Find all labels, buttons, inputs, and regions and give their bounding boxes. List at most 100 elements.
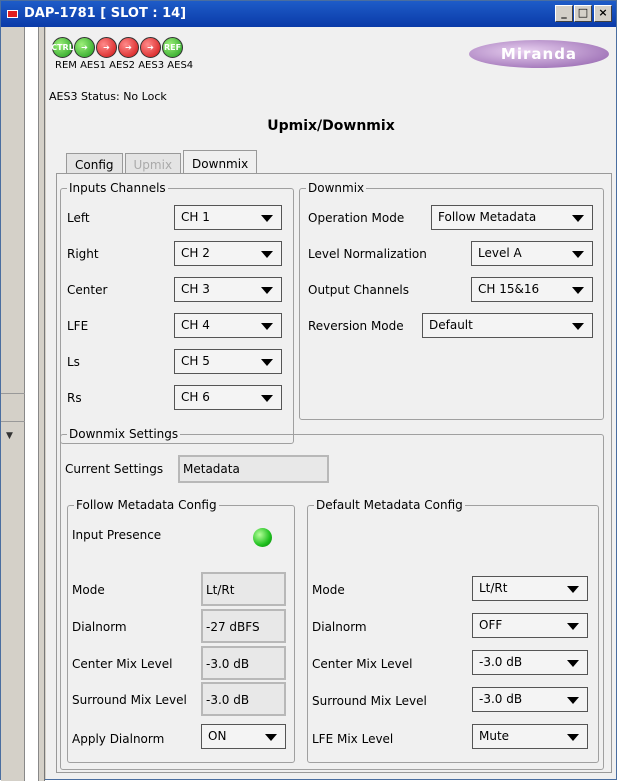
inputs-channels-group: Inputs Channels Left CH 1 Right CH 2 Cen… xyxy=(60,181,294,444)
dropdown-arrow-icon xyxy=(567,697,579,704)
strip-divider xyxy=(1,393,25,394)
lfe-mix-level-label: LFE Mix Level xyxy=(312,732,394,746)
default-surround-mix-value: -3.0 dB xyxy=(479,692,523,706)
follow-mode-value: Lt/Rt xyxy=(201,572,286,606)
reversion-mode-value: Default xyxy=(429,318,473,332)
default-center-mix-value: -3.0 dB xyxy=(479,655,523,669)
operation-mode-select[interactable]: Follow Metadata xyxy=(431,205,593,230)
downmix-title: Downmix xyxy=(306,181,367,195)
level-normalization-select[interactable]: Level A xyxy=(471,241,593,266)
right-channel-select[interactable]: CH 2 xyxy=(174,241,282,266)
lfe-mix-level-value: Mute xyxy=(479,729,510,743)
center-channel-value: CH 3 xyxy=(181,282,210,296)
dropdown-arrow-icon xyxy=(261,323,273,330)
tab-config[interactable]: Config xyxy=(66,153,123,174)
apply-dialnorm-value: ON xyxy=(208,729,227,743)
lfe-channel-value: CH 4 xyxy=(181,318,210,332)
default-mode-select[interactable]: Lt/Rt xyxy=(472,576,588,601)
dropdown-arrow-icon xyxy=(567,660,579,667)
apply-dialnorm-label: Apply Dialnorm xyxy=(72,732,165,746)
default-dialnorm-label: Dialnorm xyxy=(312,620,367,634)
tab-downmix[interactable]: Downmix xyxy=(183,150,258,175)
default-metadata-config-title: Default Metadata Config xyxy=(314,498,465,512)
downmix-tab-panel: Inputs Channels Left CH 1 Right CH 2 Cen… xyxy=(56,173,612,773)
right-label: Right xyxy=(67,247,99,261)
output-channels-select[interactable]: CH 15&16 xyxy=(471,277,593,302)
default-dialnorm-select[interactable]: OFF xyxy=(472,613,588,638)
follow-surround-mix-value: -3.0 dB xyxy=(201,682,286,716)
ls-label: Ls xyxy=(67,355,80,369)
default-dialnorm-value: OFF xyxy=(479,618,503,632)
apply-dialnorm-select[interactable]: ON xyxy=(201,724,286,749)
maximize-button[interactable]: □ xyxy=(574,5,592,22)
default-center-mix-select[interactable]: -3.0 dB xyxy=(472,650,588,675)
navigation-strip: ▼ xyxy=(1,27,25,781)
status-label-aes4: AES4 xyxy=(167,60,194,71)
right-channel-value: CH 2 xyxy=(181,246,210,260)
dropdown-arrow-icon xyxy=(261,251,273,258)
app-window: DAP-1781 [ SLOT : 14] _ □ × ▼ CTRL ➔ ➔ ➔… xyxy=(0,0,617,781)
lfe-label: LFE xyxy=(67,319,89,333)
status-icons: CTRL ➔ ➔ ➔ ➔ REF xyxy=(51,37,184,58)
default-metadata-config-group: Default Metadata Config Mode Lt/Rt Dialn… xyxy=(307,498,599,763)
left-channel-select[interactable]: CH 1 xyxy=(174,205,282,230)
current-settings-field: Metadata xyxy=(178,455,329,483)
page-title: Upmix/Downmix xyxy=(267,118,395,134)
rs-label: Rs xyxy=(67,391,82,405)
dropdown-arrow-icon xyxy=(567,623,579,630)
ctrl-status-icon: CTRL xyxy=(51,37,74,58)
dropdown-arrow-icon xyxy=(567,734,579,741)
reversion-mode-select[interactable]: Default xyxy=(422,313,593,338)
dropdown-arrow-icon xyxy=(572,215,584,222)
status-label-rem: REM xyxy=(55,60,77,71)
minimize-button[interactable]: _ xyxy=(555,5,573,22)
dropdown-arrow-icon xyxy=(261,359,273,366)
aes2-arrow-icon: ➔ xyxy=(96,37,117,58)
lfe-mix-level-select[interactable]: Mute xyxy=(472,724,588,749)
ls-channel-select[interactable]: CH 5 xyxy=(174,349,282,374)
dropdown-arrow-icon xyxy=(572,287,584,294)
dropdown-arrow-icon xyxy=(567,586,579,593)
output-channels-label: Output Channels xyxy=(308,283,410,297)
follow-dialnorm-label: Dialnorm xyxy=(72,620,127,634)
left-label: Left xyxy=(67,211,90,225)
follow-surround-mix-label: Surround Mix Level xyxy=(72,693,187,707)
dropdown-arrow-icon xyxy=(261,395,273,402)
left-channel-value: CH 1 xyxy=(181,210,210,224)
default-center-mix-label: Center Mix Level xyxy=(312,657,413,671)
aes1-arrow-icon: ➔ xyxy=(74,37,95,58)
output-channels-value: CH 15&16 xyxy=(478,282,540,296)
window-title: DAP-1781 [ SLOT : 14] xyxy=(24,6,187,21)
dropdown-arrow-icon xyxy=(265,734,277,741)
operation-mode-value: Follow Metadata xyxy=(438,210,537,224)
collapse-arrow-icon[interactable]: ▼ xyxy=(6,431,13,441)
tab-bar: Config Upmix Downmix xyxy=(66,149,259,175)
lfe-channel-select[interactable]: CH 4 xyxy=(174,313,282,338)
close-button[interactable]: × xyxy=(594,5,612,22)
title-bar: DAP-1781 [ SLOT : 14] _ □ × xyxy=(1,1,616,27)
status-labels: REM AES1 AES2 AES3 AES4 xyxy=(55,60,193,71)
follow-metadata-config-title: Follow Metadata Config xyxy=(74,498,219,512)
tab-upmix[interactable]: Upmix xyxy=(124,153,182,174)
splitter[interactable] xyxy=(39,27,45,781)
inputs-channels-title: Inputs Channels xyxy=(67,181,168,195)
side-panel xyxy=(25,27,39,781)
status-label-aes1: AES1 xyxy=(80,60,106,71)
downmix-settings-title: Downmix Settings xyxy=(67,427,181,441)
dropdown-arrow-icon xyxy=(572,323,584,330)
follow-center-mix-value: -3.0 dB xyxy=(201,646,286,680)
current-settings-label: Current Settings xyxy=(65,462,164,476)
rs-channel-select[interactable]: CH 6 xyxy=(174,385,282,410)
follow-mode-label: Mode xyxy=(72,583,105,597)
status-label-aes2: AES2 xyxy=(109,60,136,71)
dropdown-arrow-icon xyxy=(261,287,273,294)
level-normalization-value: Level A xyxy=(478,246,522,260)
dropdown-arrow-icon xyxy=(572,251,584,258)
center-channel-select[interactable]: CH 3 xyxy=(174,277,282,302)
strip-divider xyxy=(1,421,25,422)
downmix-group: Downmix Operation Mode Follow Metadata L… xyxy=(299,181,604,420)
follow-center-mix-label: Center Mix Level xyxy=(72,657,173,671)
rs-channel-value: CH 6 xyxy=(181,390,210,404)
default-surround-mix-select[interactable]: -3.0 dB xyxy=(472,687,588,712)
main-content: CTRL ➔ ➔ ➔ ➔ REF REM AES1 AES2 AES3 AES4… xyxy=(46,27,616,779)
